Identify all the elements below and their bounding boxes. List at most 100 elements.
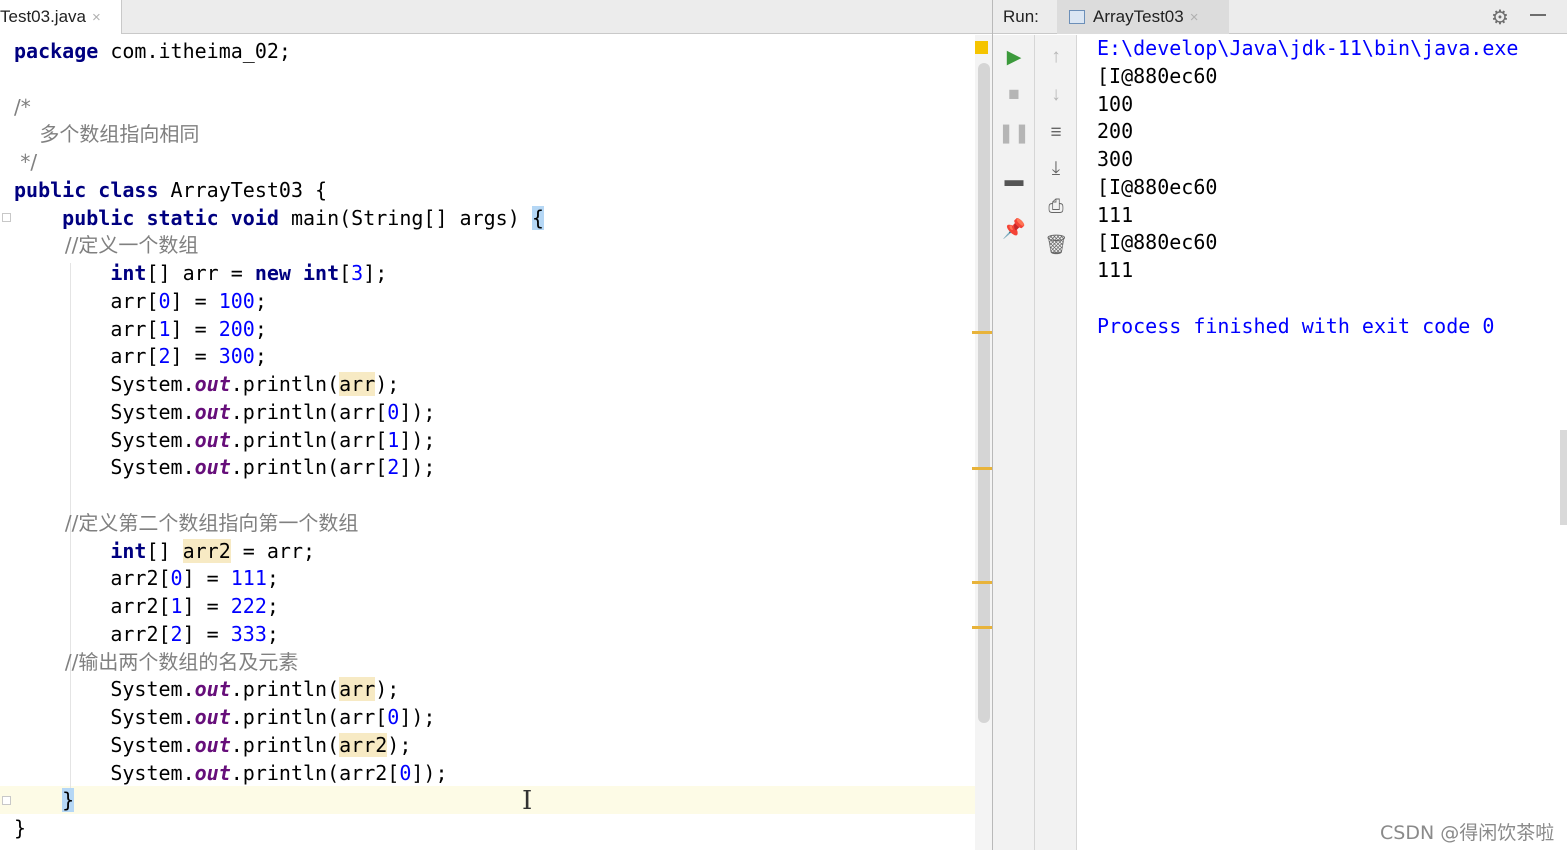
soft-wrap-icon[interactable]: ≡ [1044, 121, 1068, 145]
inspection-status-icon[interactable] [975, 41, 988, 54]
warning-marker[interactable] [972, 581, 992, 584]
fold-marker-icon[interactable] [2, 796, 11, 805]
code-token: 0 [399, 760, 412, 785]
code-line[interactable]: arr[2] = 300; [14, 343, 544, 371]
code-line[interactable]: package com.itheima_02; [14, 38, 544, 66]
run-toolbar-right: ↑ ↓ ≡ ⤓ ⎙ 🗑 [1035, 35, 1077, 850]
code-line[interactable]: System.out.println(arr[0]); [14, 399, 544, 427]
pin-icon[interactable]: 📌 [1002, 217, 1026, 241]
code-line[interactable]: System.out.println(arr); [14, 371, 544, 399]
code-token: //定义一个数组 [14, 233, 199, 258]
pause-icon[interactable]: ❚❚ [998, 121, 1030, 145]
code-token: out [194, 732, 231, 757]
down-arrow-icon[interactable]: ↓ [1044, 83, 1068, 107]
code-line[interactable]: arr[1] = 200; [14, 316, 544, 344]
trash-icon[interactable]: 🗑 [1044, 233, 1068, 257]
code-line[interactable]: arr2[2] = 333; [14, 621, 544, 649]
code-line[interactable]: public class ArrayTest03 { [14, 177, 544, 205]
code-token: ] = [182, 566, 231, 591]
stop-icon[interactable]: ■ [1002, 83, 1026, 107]
code-line[interactable]: /* [14, 94, 544, 122]
code-token: 多个数组指向相同 [14, 122, 200, 147]
code-token: arr [339, 372, 376, 396]
code-token: ); [375, 677, 400, 702]
code-line[interactable]: arr2[0] = 111; [14, 565, 544, 593]
code-token: arr2 [339, 732, 388, 757]
console-scrollbar[interactable] [1560, 430, 1567, 525]
warning-marker[interactable] [972, 626, 992, 629]
code-line[interactable]: //定义一个数组 [14, 232, 544, 260]
code-token: 2 [387, 455, 400, 480]
console-line: 100 [1097, 91, 1134, 116]
code-token: .println(arr[ [230, 705, 388, 729]
code-token: { [531, 205, 544, 230]
code-line[interactable]: 多个数组指向相同 [14, 121, 544, 149]
code-token: public [62, 205, 135, 230]
code-line[interactable]: //定义第二个数组指向第一个数组 [14, 510, 544, 538]
code-token: ] = [170, 316, 219, 341]
code-line[interactable]: arr2[1] = 222; [14, 593, 544, 621]
code-line[interactable]: System.out.println(arr2); [14, 732, 544, 760]
scroll-to-end-icon[interactable]: ⤓ [1044, 157, 1068, 181]
run-console[interactable]: E:\develop\Java\jdk-11\bin\java.exe [I@88… [1077, 35, 1567, 850]
console-line: 200 [1097, 119, 1134, 144]
console-line: E:\develop\Java\jdk-11\bin\java.exe [1097, 36, 1519, 60]
code-line[interactable]: } [14, 787, 544, 815]
code-token: ]); [411, 760, 448, 785]
code-token: 2 [170, 621, 183, 646]
code-line[interactable]: System.out.println(arr[2]); [14, 454, 544, 482]
layout-icon[interactable]: ▬ [1002, 169, 1026, 193]
code-token: void [230, 205, 279, 230]
code-line[interactable]: arr[0] = 100; [14, 288, 544, 316]
code-token: ; [266, 594, 279, 618]
code-line[interactable]: int[] arr = new int[3]; [14, 260, 544, 288]
gear-icon[interactable]: ⚙ [1491, 5, 1509, 30]
code-token: ]; [363, 261, 388, 285]
code-line[interactable]: System.out.println(arr2[0]); [14, 760, 544, 788]
code-line[interactable]: System.out.println(arr[1]); [14, 427, 544, 455]
code-line[interactable]: } [14, 815, 544, 843]
code-line[interactable]: System.out.println(arr); [14, 676, 544, 704]
code-token: 1 [158, 316, 171, 341]
close-icon[interactable]: × [92, 9, 101, 26]
run-label: Run: [1003, 7, 1039, 26]
code-token: } [62, 788, 75, 813]
fold-marker-icon[interactable] [2, 213, 11, 222]
code-token: ; [254, 344, 267, 369]
code-token: ]); [399, 399, 436, 424]
close-icon[interactable]: × [1190, 9, 1199, 26]
ibeam-cursor-icon: I [522, 786, 533, 816]
code-editor[interactable]: package com.itheima_02; /* 多个数组指向相同 */ pu… [0, 35, 975, 850]
code-token: System. [14, 760, 195, 785]
code-token: 3 [351, 261, 364, 285]
print-icon[interactable]: ⎙ [1044, 195, 1068, 219]
code-token: static [146, 205, 219, 230]
warning-marker[interactable] [972, 331, 992, 334]
code-line[interactable]: */ [14, 149, 544, 177]
code-text[interactable]: package com.itheima_02; /* 多个数组指向相同 */ pu… [14, 38, 544, 843]
code-line[interactable]: int[] arr2 = arr; [14, 538, 544, 566]
code-line[interactable]: System.out.println(arr[0]); [14, 704, 544, 732]
run-panel-header: Run: ArrayTest03 × ⚙ [993, 0, 1567, 34]
code-token: System. [14, 705, 195, 729]
warning-marker[interactable] [972, 467, 992, 470]
code-token: out [194, 455, 231, 480]
code-line[interactable] [14, 66, 544, 94]
up-arrow-icon[interactable]: ↑ [1044, 45, 1068, 69]
code-line[interactable]: public static void main(String[] args) { [14, 205, 544, 233]
rerun-icon[interactable]: ▶ [1002, 45, 1026, 69]
editor-tab-test03[interactable]: Test03.java × [0, 0, 122, 34]
code-token: ); [387, 732, 412, 757]
console-output[interactable]: E:\develop\Java\jdk-11\bin\java.exe [I@88… [1097, 35, 1518, 340]
code-token: 1 [387, 427, 400, 452]
editor-tab-label: Test03.java [0, 7, 86, 26]
code-line[interactable] [14, 482, 544, 510]
code-token: ]); [399, 455, 436, 480]
minimize-icon[interactable] [1530, 14, 1546, 16]
code-token: .println( [230, 732, 340, 757]
editor-scrollbar[interactable] [978, 63, 990, 723]
code-line[interactable]: //输出两个数组的名及元素 [14, 649, 544, 677]
code-token: arr[ [14, 288, 159, 313]
run-tab-arraytest03[interactable]: ArrayTest03 × [1057, 0, 1229, 34]
